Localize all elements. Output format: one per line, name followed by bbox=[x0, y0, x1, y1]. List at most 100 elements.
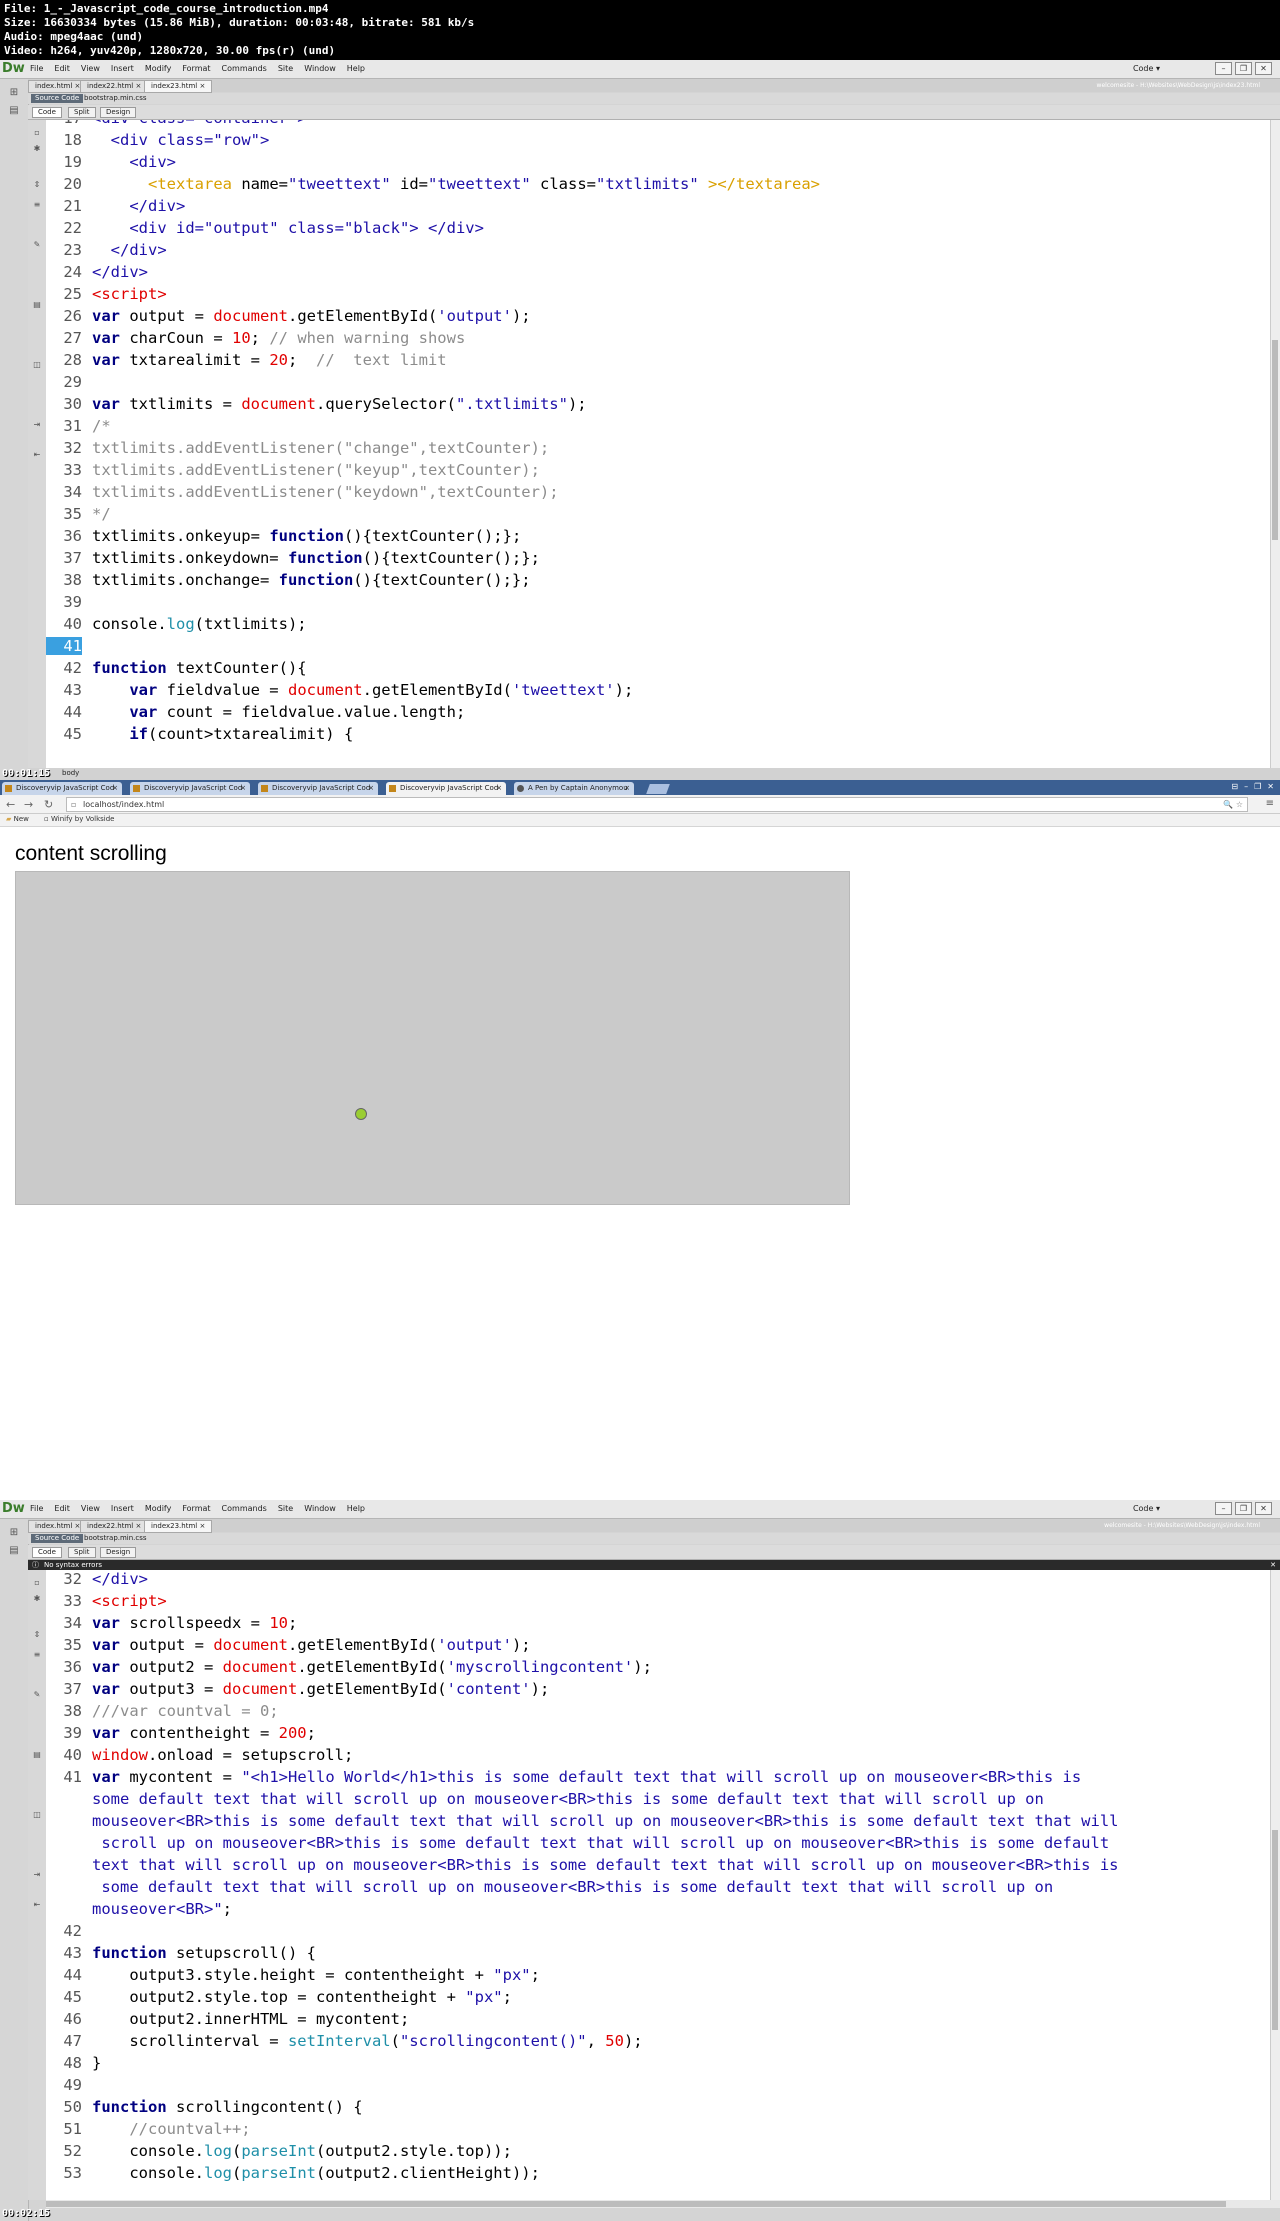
scrollbar-thumb[interactable] bbox=[1272, 340, 1278, 540]
code-line[interactable]: 48} bbox=[46, 2054, 1270, 2076]
close-tab-icon[interactable]: × bbox=[624, 782, 630, 795]
code-line[interactable]: 27 var charCoun = 10; // when warning sho… bbox=[46, 329, 1270, 351]
tab-index23-html[interactable]: index23.html × bbox=[144, 1520, 213, 1533]
related-css-file[interactable]: bootstrap.min.css bbox=[84, 94, 147, 103]
highlight-invalid-icon[interactable]: ✎ bbox=[31, 240, 43, 250]
sitemap-icon[interactable]: ⊞ bbox=[4, 1527, 24, 1539]
menu-modify[interactable]: Modify bbox=[145, 64, 172, 73]
code-editor[interactable]: 32 </div> 33 <script> 34 var scrollspeedx = 1… bbox=[46, 1570, 1280, 2200]
code-line[interactable]: 32 </div> bbox=[46, 1570, 1270, 1592]
workspace-select[interactable]: Code ▾ bbox=[1133, 64, 1160, 73]
tab-index22-html[interactable]: index22.html × bbox=[80, 80, 149, 93]
files-icon[interactable]: ▤ bbox=[4, 1545, 24, 1557]
close-icon[interactable]: ✕ bbox=[1270, 1560, 1276, 1570]
close-tab-icon[interactable]: × bbox=[496, 782, 502, 795]
code-line[interactable]: 18 <div class="row"> bbox=[46, 131, 1270, 153]
menu-view[interactable]: View bbox=[81, 64, 100, 73]
code-line[interactable]: 41 var mycontent = "<h1>Hello World</h1>t… bbox=[46, 1768, 1270, 1790]
code-line[interactable]: some default text that will scroll up on… bbox=[46, 1878, 1270, 1900]
horizontal-scrollbar[interactable] bbox=[46, 2200, 1280, 2208]
design-view-button[interactable]: Design bbox=[100, 107, 137, 118]
menu-commands[interactable]: Commands bbox=[222, 64, 267, 73]
tab-index23-html[interactable]: index23.html × bbox=[144, 80, 213, 93]
menu-help[interactable]: Help bbox=[347, 1504, 365, 1513]
code-line[interactable]: 43 var fieldvalue = document.getElementB… bbox=[46, 681, 1270, 703]
code-line[interactable]: 39 bbox=[46, 593, 1270, 615]
code-line[interactable]: 23 </div> bbox=[46, 241, 1270, 263]
collapse-tag-icon[interactable]: ✱ bbox=[31, 1594, 43, 1604]
vertical-scrollbar[interactable] bbox=[1270, 1570, 1280, 2200]
source-code-button[interactable]: Source Code bbox=[31, 94, 84, 103]
collapse-tag-icon[interactable]: ✱ bbox=[31, 144, 43, 154]
code-line[interactable]: 53 console.log(parseInt(output2.clientHe… bbox=[46, 2164, 1270, 2186]
code-line[interactable]: 47 scrollinterval = setInterval("scrolli… bbox=[46, 2032, 1270, 2054]
browser-tab[interactable]: A Pen by Captain Anonymou × bbox=[514, 782, 634, 795]
code-line[interactable]: 41 bbox=[46, 637, 1270, 659]
code-line[interactable]: 40 window.onload = setupscroll; bbox=[46, 1746, 1270, 1768]
vertical-scrollbar[interactable] bbox=[1270, 120, 1280, 768]
menu-format[interactable]: Format bbox=[182, 1504, 210, 1513]
browser-tab[interactable]: Discoveryvip JavaScript Cod × bbox=[258, 782, 378, 795]
url-field[interactable]: ▫ localhost/index.html 🔍 ☆ bbox=[66, 797, 1248, 812]
tab-index22-html[interactable]: index22.html × bbox=[80, 1520, 149, 1533]
menu-edit[interactable]: Edit bbox=[54, 1504, 70, 1513]
close-icon[interactable]: ✕ bbox=[1255, 1502, 1272, 1515]
tab-index-html[interactable]: index.html × bbox=[28, 1520, 88, 1533]
minimize-icon[interactable]: – bbox=[1244, 782, 1248, 791]
minimize-icon[interactable]: – bbox=[1215, 62, 1232, 75]
code-line[interactable]: 52 console.log(parseInt(output2.style.to… bbox=[46, 2142, 1270, 2164]
code-line[interactable]: 29 bbox=[46, 373, 1270, 395]
code-line[interactable]: 28 var txtarealimit = 20; // text limit bbox=[46, 351, 1270, 373]
code-line[interactable]: 42 bbox=[46, 1922, 1270, 1944]
menu-site[interactable]: Site bbox=[278, 1504, 293, 1513]
code-line[interactable]: 49 bbox=[46, 2076, 1270, 2098]
line-numbers-icon[interactable]: ≡ bbox=[31, 1650, 43, 1660]
browser-tab[interactable]: Discoveryvip JavaScript Cod × bbox=[2, 782, 122, 795]
code-line[interactable]: 35 var output = document.getElementById('… bbox=[46, 1636, 1270, 1658]
menu-modify[interactable]: Modify bbox=[145, 1504, 172, 1513]
restore-icon[interactable]: ❐ bbox=[1235, 1502, 1252, 1515]
menu-insert[interactable]: Insert bbox=[111, 1504, 134, 1513]
minimize-icon[interactable]: – bbox=[1215, 1502, 1232, 1515]
sitemap-icon[interactable]: ⊞ bbox=[4, 87, 24, 99]
comment-icon[interactable]: ▤ bbox=[31, 1750, 43, 1760]
split-view-button[interactable]: Split bbox=[68, 107, 96, 118]
reload-icon[interactable]: ↻ bbox=[44, 798, 53, 811]
code-line[interactable]: 45 output2.style.top = contentheight + "… bbox=[46, 1988, 1270, 2010]
code-line[interactable]: 26 var output = document.getElementById('… bbox=[46, 307, 1270, 329]
code-line[interactable]: 36 txtlimits.onkeyup= function(){textCoun… bbox=[46, 527, 1270, 549]
browser-tab[interactable]: Discoveryvip JavaScript Cod × bbox=[130, 782, 250, 795]
related-css-file[interactable]: bootstrap.min.css bbox=[84, 1534, 147, 1543]
menu-icon[interactable]: ≡ bbox=[1266, 798, 1274, 809]
menu-help[interactable]: Help bbox=[347, 64, 365, 73]
code-line[interactable]: 32 txtlimits.addEventListener("change",te… bbox=[46, 439, 1270, 461]
workspace-select[interactable]: Code ▾ bbox=[1133, 1504, 1160, 1513]
menu-view[interactable]: View bbox=[81, 1504, 100, 1513]
highlight-invalid-icon[interactable]: ✎ bbox=[31, 1690, 43, 1700]
menu-file[interactable]: File bbox=[30, 1504, 43, 1513]
code-editor[interactable]: 17 <div class="container"> 18 <div class="… bbox=[46, 120, 1280, 768]
close-tab-icon[interactable]: × bbox=[240, 782, 246, 795]
code-line[interactable]: 37 var output3 = document.getElementById(… bbox=[46, 1680, 1270, 1702]
bookmark-new[interactable]: ▰ New bbox=[6, 815, 29, 823]
close-tab-icon[interactable]: × bbox=[368, 782, 374, 795]
code-line[interactable]: 44 output3.style.height = contentheight … bbox=[46, 1966, 1270, 1988]
code-view-button[interactable]: Code bbox=[32, 1547, 62, 1558]
close-icon[interactable]: ✕ bbox=[1255, 62, 1272, 75]
menu-site[interactable]: Site bbox=[278, 64, 293, 73]
code-line[interactable]: 20 <textarea name="tweettext" id="tweett… bbox=[46, 175, 1270, 197]
close-tab-icon[interactable]: × bbox=[112, 782, 118, 795]
menu-file[interactable]: File bbox=[30, 64, 43, 73]
browser-tab-active[interactable]: Discoveryvip JavaScript Cod × bbox=[386, 782, 506, 795]
code-line[interactable]: 19 <div> bbox=[46, 153, 1270, 175]
design-view-button[interactable]: Design bbox=[100, 1547, 137, 1558]
menu-format[interactable]: Format bbox=[182, 64, 210, 73]
code-line[interactable]: 40 console.log(txtlimits); bbox=[46, 615, 1270, 637]
menu-commands[interactable]: Commands bbox=[222, 1504, 267, 1513]
source-code-button[interactable]: Source Code bbox=[31, 1534, 84, 1543]
code-line[interactable]: 37 txtlimits.onkeydown= function(){textCo… bbox=[46, 549, 1270, 571]
code-line[interactable]: 43 function setupscroll() { bbox=[46, 1944, 1270, 1966]
code-line[interactable]: mouseover<BR>this is some default text t… bbox=[46, 1812, 1270, 1834]
scrolling-content-box[interactable] bbox=[15, 871, 850, 1205]
code-line[interactable]: 38 ///var countval = 0; bbox=[46, 1702, 1270, 1724]
